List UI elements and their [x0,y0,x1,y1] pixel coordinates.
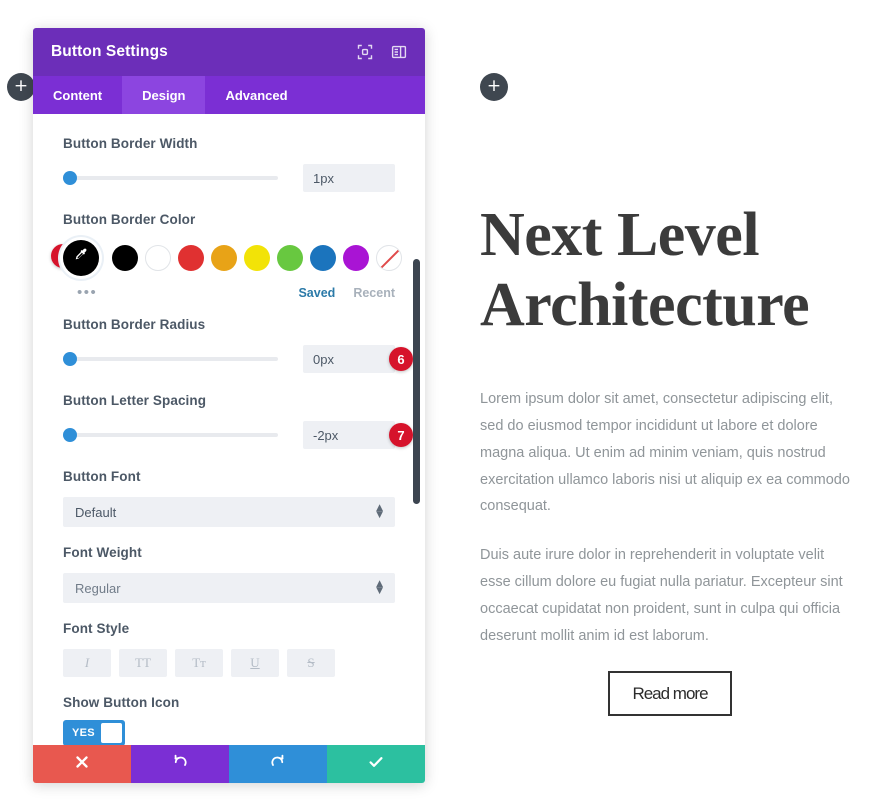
slider-knob[interactable] [63,171,77,185]
plus-icon: + [486,75,502,96]
field-show-button-icon: Show Button Icon YES [63,695,395,745]
toggle-handle[interactable] [100,723,122,743]
cta-wrapper: Read more [480,671,860,717]
cross-icon [75,755,89,773]
slider-track [63,357,278,361]
more-options-icon[interactable]: ••• [63,285,97,300]
field-font-weight: Font Weight Regular ▲ ▼ [63,545,395,603]
strikethrough-icon[interactable]: S [287,649,335,677]
modal-title: Button Settings [51,43,168,60]
swatch-no-color[interactable] [376,245,402,271]
field-button-letter-spacing: Button Letter Spacing -2px 7 [63,393,413,449]
field-button-font: Button Font Default ▲ ▼ [63,469,395,527]
border-radius-row: 0px 6 [63,345,413,373]
field-button-border-width: Button Border Width 1px [63,136,395,192]
eyedropper-icon [73,247,90,269]
redo-icon [270,754,286,774]
palette-tab-saved[interactable]: Saved [298,286,335,300]
letter-spacing-input[interactable]: -2px [303,421,395,449]
toggle-value: YES [72,727,95,739]
modal-header: Button Settings [33,28,425,76]
cancel-button[interactable] [33,745,131,783]
page-title: Next Level Architecture [480,201,810,340]
field-label: Button Border Width [63,136,198,151]
swatch-white[interactable] [145,245,171,271]
palette-tabs: Saved Recent [298,286,395,300]
button-font-value: Default [75,504,117,520]
field-label: Button Letter Spacing [63,393,207,408]
tab-advanced[interactable]: Advanced [205,76,307,114]
field-button-border-color: Button Border Color 5 [51,212,402,301]
check-icon [368,754,384,774]
field-button-border-radius: Button Border Radius 0px 6 [63,317,413,373]
show-button-icon-toggle[interactable]: YES [63,720,125,745]
chevron-updown-icon: ▲ ▼ [376,579,383,596]
border-width-row: 1px [63,164,395,192]
swatch-blue[interactable] [310,245,336,271]
modal-action-bar [33,745,425,783]
slider-knob[interactable] [63,428,77,442]
undo-icon [172,754,188,774]
modal-scrollbar-thumb[interactable] [413,259,420,504]
letter-spacing-row: -2px 7 [63,421,413,449]
add-module-button-left[interactable]: + [7,73,35,101]
swatch-purple[interactable] [343,245,369,271]
slider-track [63,433,278,437]
field-label: Button Border Color [63,212,196,227]
field-label: Button Font [63,469,141,484]
field-label: Button Border Radius [63,317,206,332]
modal-body: Button Border Width 1px Button Border Co… [33,114,425,745]
border-radius-slider[interactable] [63,352,278,366]
field-label: Font Style [63,621,130,636]
underline-icon[interactable]: U [231,649,279,677]
border-width-input[interactable]: 1px [303,164,395,192]
font-style-buttons: I TT Tᴛ U S [63,649,395,677]
slider-track [63,176,278,180]
tab-content[interactable]: Content [33,76,122,114]
tab-design[interactable]: Design [122,76,206,114]
font-weight-value: Regular [75,580,121,596]
button-font-select[interactable]: Default ▲ ▼ [63,497,395,527]
swatch-black[interactable] [112,245,138,271]
letter-spacing-slider[interactable] [63,428,278,442]
field-label: Font Weight [63,545,142,560]
border-width-slider[interactable] [63,171,278,185]
swatch-yellow[interactable] [244,245,270,271]
body-paragraph-1: Lorem ipsum dolor sit amet, consectetur … [480,391,850,515]
save-button[interactable] [327,745,425,783]
undo-button[interactable] [131,745,229,783]
small-caps-icon[interactable]: Tᴛ [175,649,223,677]
color-picker-active-swatch[interactable] [63,240,99,276]
body-paragraph-2: Duis aute irure dolor in reprehenderit i… [480,547,843,644]
slider-knob[interactable] [63,352,77,366]
button-settings-modal: Button Settings Content Design Advanced … [33,28,425,783]
palette-footer: ••• Saved Recent [63,285,395,301]
redo-button[interactable] [229,745,327,783]
field-font-style: Font Style I TT Tᴛ U S [63,621,395,677]
palette-tab-recent[interactable]: Recent [353,286,395,300]
modal-scrollbar[interactable] [410,114,420,745]
app-canvas: + + Button Settings Content Design Advan… [0,0,880,807]
swatch-orange[interactable] [211,245,237,271]
modal-header-icons [357,44,407,60]
modal-tabs: Content Design Advanced [33,76,425,114]
fullscreen-icon[interactable] [357,44,373,60]
read-more-button[interactable]: Read more [608,671,732,717]
swatch-red[interactable] [178,245,204,271]
plus-icon: + [13,75,29,96]
field-label: Show Button Icon [63,695,180,710]
italic-icon[interactable]: I [63,649,111,677]
uppercase-icon[interactable]: TT [119,649,167,677]
add-module-button-right[interactable]: + [480,73,508,101]
layout-panel-icon[interactable] [391,44,407,60]
border-radius-input[interactable]: 0px [303,345,395,373]
font-weight-select[interactable]: Regular ▲ ▼ [63,573,395,603]
page-content: Next Level Architecture Lorem ipsum dolo… [480,200,860,717]
color-swatch-list: 5 [51,240,402,276]
swatch-green[interactable] [277,245,303,271]
chevron-updown-icon: ▲ ▼ [376,503,383,520]
